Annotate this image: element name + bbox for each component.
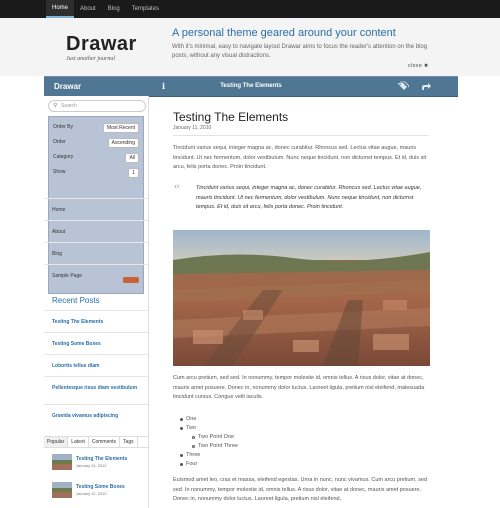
- sidebar-item-about[interactable]: About: [44, 220, 148, 242]
- post-content: Testing The Elements January 11, 2010 Ti…: [160, 96, 440, 508]
- navbar-post-title: Testing The Elements: [220, 83, 282, 89]
- sidebar-item-sample-page[interactable]: Sample Page: [44, 264, 148, 286]
- main-navbar: Drawar i Testing The Elements: [44, 76, 458, 97]
- list-item: One: [180, 415, 196, 423]
- recent-post-item[interactable]: Testing Some Boxes: [44, 332, 148, 354]
- list-item: Two Point Three: [192, 442, 238, 450]
- popular-post-date: January 11, 2010: [76, 463, 107, 468]
- popular-post-item[interactable]: Testing Some Boxes January 11, 2010: [48, 482, 148, 504]
- tab-comments[interactable]: Comments: [89, 437, 121, 447]
- post-paragraph: Tincidunt varius sequi, integer magna ac…: [173, 145, 427, 171]
- list-item: Two Point One: [192, 433, 234, 441]
- post-image: [173, 230, 430, 366]
- share-icon[interactable]: [420, 81, 432, 91]
- topnav-about[interactable]: About: [74, 0, 102, 18]
- recent-post-item[interactable]: Lobortis tellus diam: [44, 354, 148, 376]
- site-tagline: Just another journal: [66, 56, 115, 62]
- order-by-row: Order By Most Recent: [53, 123, 139, 133]
- topnav-blog[interactable]: Blog: [102, 0, 126, 18]
- popular-post-title[interactable]: Testing Some Boxes: [76, 484, 125, 490]
- top-bar: Home About Blog Templates: [0, 0, 500, 18]
- top-nav: Home About Blog Templates: [46, 0, 165, 18]
- post-title[interactable]: Testing The Elements: [173, 110, 288, 124]
- sidebar-item-blog[interactable]: Blog: [44, 242, 148, 264]
- tab-latest[interactable]: Latest: [68, 437, 89, 447]
- navbar-brand[interactable]: Drawar: [54, 77, 81, 96]
- bullet: [192, 444, 195, 448]
- list-item: Two: [180, 424, 196, 432]
- order-row: Order Ascending: [53, 138, 139, 148]
- topnav-templates[interactable]: Templates: [126, 0, 165, 18]
- post-paragraph: Cum arcu pretium, sed sed. In nonummy, t…: [173, 375, 425, 401]
- sidebar-item-home[interactable]: Home: [44, 198, 148, 220]
- recent-post-item[interactable]: Pellentesque risus diam vestibulum: [44, 376, 148, 404]
- show-row: Show 1: [53, 168, 139, 178]
- info-icon[interactable]: i: [162, 77, 165, 96]
- popular-post-date: January 11, 2010: [76, 491, 107, 496]
- post-paragraph: Euismod amet leo, cras et massa, eleifen…: [173, 477, 428, 503]
- tab-popular[interactable]: Popular: [44, 437, 69, 447]
- topnav-home[interactable]: Home: [46, 0, 75, 18]
- search-placeholder: Search: [61, 103, 77, 109]
- bullet: [192, 435, 195, 439]
- tab-tags[interactable]: Tags: [120, 437, 138, 447]
- bullet: [180, 454, 183, 457]
- bullet: [180, 427, 183, 430]
- search-icon: ⚲: [53, 103, 58, 109]
- search-input[interactable]: ⚲ Search: [48, 100, 146, 112]
- popular-post-item[interactable]: Testing The Elements January 11, 2010: [48, 454, 148, 476]
- order-select[interactable]: Ascending: [107, 138, 139, 148]
- list-item: Three: [180, 451, 200, 459]
- site-title[interactable]: Drawar: [66, 33, 137, 56]
- category-select[interactable]: All: [125, 153, 139, 163]
- post-blockquote: Tincidunt varius sequi, integer magna ac…: [196, 185, 422, 211]
- recent-post-item[interactable]: Gravida vivamus adipiscing: [44, 404, 148, 426]
- category-label: Category: [53, 154, 74, 160]
- tags-icon[interactable]: [397, 81, 409, 91]
- order-by-label: Order By: [53, 124, 74, 130]
- sidebar-tabs: Popular Latest Comments Tags: [44, 436, 148, 448]
- quote-icon: “: [173, 183, 181, 199]
- category-row: Category All: [53, 153, 139, 163]
- list-item: Four: [180, 460, 197, 468]
- intro-text: With it's minimal, easy to navigate layo…: [172, 44, 428, 59]
- popular-post-thumbnail: [52, 454, 72, 470]
- show-label: Show: [53, 169, 66, 175]
- intro-title: A personal theme geared around your cont…: [172, 27, 396, 39]
- post-date: January 11, 2010: [173, 125, 212, 131]
- recent-posts-heading: Recent Posts: [52, 296, 100, 305]
- bullet: [180, 463, 183, 466]
- close-intro-button[interactable]: close ✖: [408, 63, 429, 69]
- bullet: [180, 418, 183, 421]
- recent-post-item[interactable]: Testing The Elements: [44, 310, 148, 332]
- order-by-select[interactable]: Most Recent: [102, 123, 139, 133]
- popular-post-thumbnail: [52, 482, 72, 498]
- order-label: Order: [53, 139, 66, 145]
- popular-post-title[interactable]: Testing The Elements: [76, 456, 127, 462]
- show-select[interactable]: 1: [128, 168, 139, 178]
- sidebar: ⚲ Search Order By Most Recent Order Asce…: [44, 96, 149, 508]
- divider: [173, 135, 429, 136]
